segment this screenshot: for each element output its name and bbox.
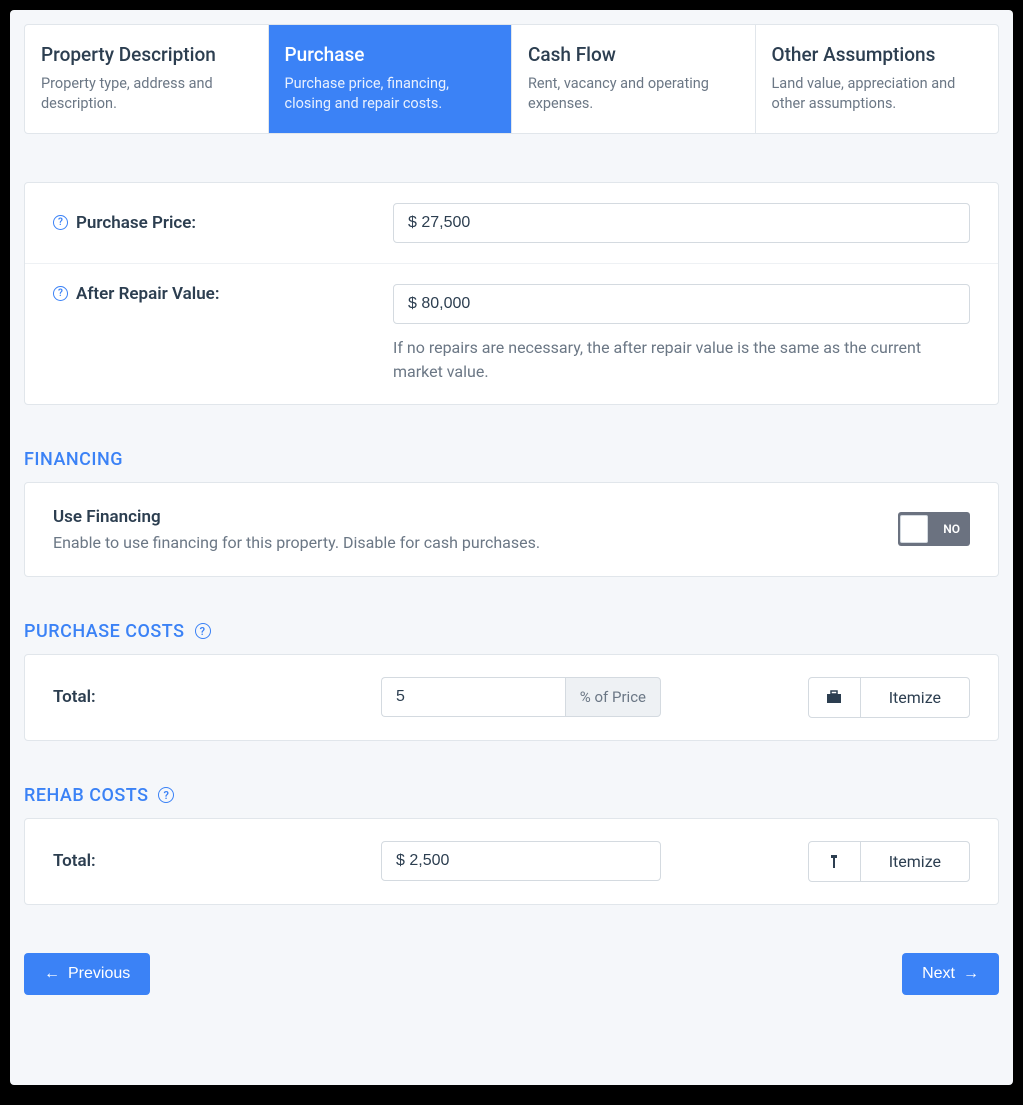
toggle-knob <box>900 515 928 543</box>
hammer-icon <box>809 842 861 881</box>
tab-bar: Property Description Property type, addr… <box>24 24 999 134</box>
briefcase-icon <box>809 678 861 717</box>
itemize-label: Itemize <box>861 678 969 717</box>
purchase-price-label: Purchase Price: <box>76 213 196 233</box>
help-icon[interactable]: ? <box>53 286 68 301</box>
tab-title: Property Description <box>41 43 252 66</box>
rehab-costs-total-label: Total: <box>53 851 365 871</box>
tab-subtitle: Land value, appreciation and other assum… <box>772 74 983 115</box>
financing-panel: Use Financing Enable to use financing fo… <box>24 482 999 577</box>
next-label: Next <box>922 965 955 983</box>
tab-title: Cash Flow <box>528 43 739 66</box>
purchase-costs-input[interactable] <box>381 677 565 717</box>
tab-other-assumptions[interactable]: Other Assumptions Land value, appreciati… <box>756 25 999 133</box>
tab-cash-flow[interactable]: Cash Flow Rent, vacancy and operating ex… <box>512 25 756 133</box>
purchase-costs-section-title: PURCHASE COSTS ? <box>24 621 999 642</box>
use-financing-title: Use Financing <box>53 507 540 527</box>
tab-title: Other Assumptions <box>772 43 983 66</box>
arv-input[interactable] <box>393 284 970 324</box>
previous-label: Previous <box>68 965 130 983</box>
financing-section-title: FINANCING <box>24 449 999 470</box>
help-icon[interactable]: ? <box>195 623 211 639</box>
tab-subtitle: Purchase price, financing, closing and r… <box>285 74 496 115</box>
next-button[interactable]: Next → <box>902 953 999 995</box>
rehab-costs-itemize-button[interactable]: Itemize <box>808 841 970 882</box>
rehab-costs-input[interactable] <box>381 841 661 881</box>
section-label: PURCHASE COSTS <box>24 621 185 642</box>
purchase-costs-unit: % of Price <box>565 677 661 717</box>
purchase-costs-total-label: Total: <box>53 687 365 707</box>
help-icon[interactable]: ? <box>53 215 68 230</box>
section-label: REHAB COSTS <box>24 785 148 806</box>
tab-property-description[interactable]: Property Description Property type, addr… <box>25 25 269 133</box>
arrow-left-icon: ← <box>44 965 60 983</box>
rehab-costs-section-title: REHAB COSTS ? <box>24 785 999 806</box>
help-icon[interactable]: ? <box>158 787 174 803</box>
arrow-right-icon: → <box>963 965 979 983</box>
itemize-label: Itemize <box>861 842 969 881</box>
previous-button[interactable]: ← Previous <box>24 953 150 995</box>
tab-subtitle: Property type, address and description. <box>41 74 252 115</box>
toggle-label: NO <box>943 522 960 536</box>
purchase-costs-itemize-button[interactable]: Itemize <box>808 677 970 718</box>
arv-label: After Repair Value: <box>76 284 219 304</box>
use-financing-toggle[interactable]: NO <box>898 512 970 546</box>
tab-subtitle: Rent, vacancy and operating expenses. <box>528 74 739 115</box>
arv-hint: If no repairs are necessary, the after r… <box>393 336 970 384</box>
purchase-costs-panel: Total: % of Price Itemize <box>24 654 999 741</box>
tab-title: Purchase <box>285 43 496 66</box>
purchase-price-input[interactable] <box>393 203 970 243</box>
use-financing-sub: Enable to use financing for this propert… <box>53 533 540 552</box>
price-panel: ? Purchase Price: ? After Repair Value: … <box>24 182 999 405</box>
tab-purchase[interactable]: Purchase Purchase price, financing, clos… <box>269 25 513 133</box>
rehab-costs-panel: Total: Itemize <box>24 818 999 905</box>
